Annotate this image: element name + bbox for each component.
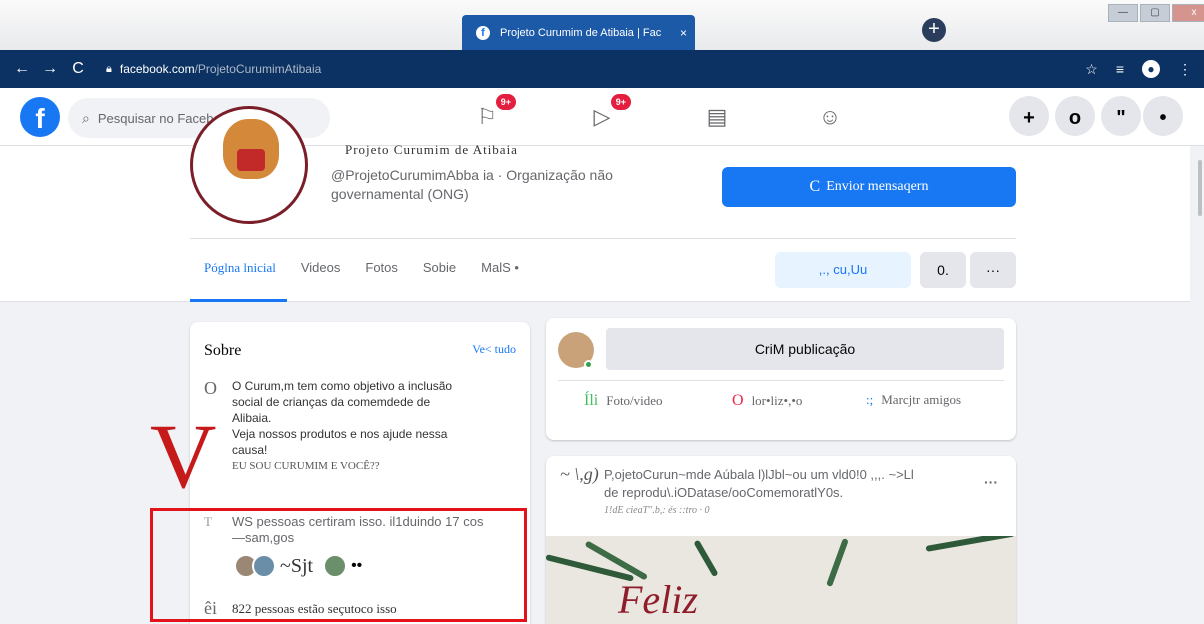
- page-tabs: Póglna lnicial Videos Fotos Sobie MalS •: [190, 246, 530, 302]
- photo-video-button[interactable]: Íli Foto/video: [584, 392, 663, 410]
- photo-video-label: Foto/video: [606, 393, 663, 408]
- description-line: O Curum,m tem como objetivo a inclusão: [232, 379, 453, 393]
- annotation-highlight-box: [150, 508, 527, 622]
- url-path: /ProjetoCurumimAtibaia: [194, 62, 322, 76]
- lock-icon: 🔒︎: [106, 62, 112, 75]
- description-line: Alibaia.: [232, 411, 272, 425]
- profile-avatar-icon[interactable]: ●: [1142, 60, 1160, 78]
- pine-branch: [826, 537, 849, 588]
- search-icon: ⌕: [82, 109, 90, 126]
- tab-videos[interactable]: Videos: [287, 246, 352, 302]
- tab-title: Projeto Curumim de Atibaia | Fac: [500, 26, 662, 39]
- description-caps: EU SOU CURUMIM E VOCÊ??: [232, 460, 380, 472]
- description-line: social de crianças da comemdede de: [232, 395, 431, 409]
- account-button[interactable]: •: [1143, 96, 1183, 136]
- reload-icon[interactable]: C: [64, 60, 92, 78]
- post-more-icon[interactable]: ···: [984, 474, 998, 490]
- bookmark-star-icon[interactable]: ☆: [1085, 61, 1098, 78]
- watch-badge: 9+: [610, 94, 631, 110]
- marketplace-icon[interactable]: ▤: [700, 100, 734, 134]
- tab-more[interactable]: MalS •: [467, 246, 530, 302]
- more-options-button[interactable]: ···: [970, 252, 1016, 288]
- close-tab-icon[interactable]: ×: [680, 26, 687, 40]
- browser-tabstrip: f Projeto Curumim de Atibaia | Fac × + —…: [0, 0, 1204, 50]
- maximize-button[interactable]: ▢: [1140, 4, 1170, 22]
- tab-photos[interactable]: Fotos: [351, 246, 409, 302]
- description-line: Veja nossos produtos e nos ajude nessa: [232, 427, 448, 441]
- secondary-action-button[interactable]: 0.: [920, 252, 966, 288]
- post-image-text: Feliz: [618, 577, 698, 622]
- about-title: Sobre: [204, 342, 242, 359]
- post-header-line: P,ojetoCurun~mde Aúbala l)lJbl~ou um vld…: [604, 467, 914, 482]
- annotation-letter: V: [150, 405, 217, 507]
- see-all-link[interactable]: Ve< tudo: [472, 342, 516, 357]
- send-message-button[interactable]: C Envior mensaqern: [722, 167, 1016, 207]
- facebook-favicon-icon: f: [476, 25, 490, 40]
- post-header-line: de reprodu\.iODatase/ooComemoratlY0s.: [604, 485, 844, 500]
- page-handle: @ProjetoCurumimAbba: [331, 167, 480, 183]
- page-profile-header: Projeto Curumim de Atibaia @ProjetoCurum…: [0, 106, 1204, 302]
- messenger-button[interactable]: o: [1055, 96, 1095, 136]
- create-post-card: CriM publicação Íli Foto/video O lor•liz…: [546, 318, 1016, 440]
- address-bar[interactable]: facebook.com/ProjetoCurumimAtibaia: [120, 62, 321, 76]
- facebook-logo-icon[interactable]: f: [20, 97, 60, 137]
- messenger-icon: C: [809, 178, 821, 195]
- send-message-label: Envior mensaqern: [826, 179, 929, 194]
- facebook-header: f ⌕ Pesquisar no Facebook ⌂ ⚐9+ ▷9+ ▤ ☺ …: [0, 88, 1204, 146]
- post-header: P,ojetoCurun~mde Aúbala l)lJbl~ou um vld…: [604, 466, 914, 520]
- post-timestamp: 1!dE cieaT".b,: és ::tro · 0: [604, 505, 710, 516]
- browser-toolbar: ← → C 🔒︎ facebook.com/ProjetoCurumimAtib…: [0, 50, 1204, 88]
- window-close-button[interactable]: x: [1172, 4, 1204, 22]
- page-name: Projeto Curumim de Atibaia: [345, 142, 518, 157]
- back-arrow-icon[interactable]: ←: [8, 60, 36, 78]
- about-description-text: O Curum,m tem como objetivo a inclusão s…: [232, 378, 452, 474]
- feeling-label: lor•liz•,•o: [751, 393, 803, 408]
- tag-friends-button[interactable]: :; Marcjtr amigos: [866, 392, 961, 408]
- about-description: O O Curum,m tem como objetivo a inclusão…: [204, 378, 452, 474]
- description-line: causa!: [232, 443, 268, 457]
- create-button[interactable]: +: [1009, 96, 1049, 136]
- minimize-button[interactable]: —: [1108, 4, 1138, 22]
- tab-home[interactable]: Póglna lnicial: [190, 246, 287, 302]
- pine-branch: [925, 536, 1016, 552]
- like-page-button[interactable]: ,., cu,Uu: [775, 252, 911, 288]
- window-controls: — ▢ x: [1108, 4, 1204, 22]
- pine-branch: [693, 539, 719, 578]
- page-avatar[interactable]: [190, 106, 308, 224]
- browser-tab[interactable]: f Projeto Curumim de Atibaia | Fac ×: [462, 15, 695, 50]
- pages-badge: 9+: [495, 94, 516, 110]
- url-host: facebook.com: [119, 62, 195, 76]
- post-avatar[interactable]: ~ \,g): [560, 464, 599, 484]
- reading-list-icon[interactable]: ≡: [1116, 61, 1124, 77]
- groups-icon[interactable]: ☺: [813, 100, 847, 134]
- tag-icon: :;: [866, 392, 874, 407]
- browser-menu-icon[interactable]: ⋮: [1178, 61, 1192, 78]
- pages-flag-icon[interactable]: ⚐ 9+: [470, 94, 516, 134]
- tag-friends-label: Marcjtr amigos: [881, 392, 962, 407]
- post-image[interactable]: Feliz: [546, 536, 1016, 624]
- feed-post: ~ \,g) P,ojetoCurun~mde Aúbala l)lJbl~ou…: [546, 456, 1016, 624]
- create-post-input[interactable]: CriM publicação: [606, 328, 1004, 370]
- tab-about[interactable]: Sobie: [409, 246, 467, 302]
- scrollbar-thumb[interactable]: [1198, 160, 1202, 216]
- feeling-icon: O: [732, 392, 744, 409]
- photo-icon: Íli: [584, 392, 599, 409]
- forward-arrow-icon[interactable]: →: [36, 60, 64, 78]
- header-divider: [190, 238, 1016, 239]
- feeling-button[interactable]: O lor•liz•,•o: [732, 392, 802, 410]
- create-post-divider: [558, 380, 1004, 381]
- page-description: @ProjetoCurumimAbba ia · Organização não…: [331, 166, 691, 204]
- online-status-dot: [584, 360, 593, 369]
- watch-icon[interactable]: ▷ 9+: [585, 94, 631, 134]
- new-tab-button[interactable]: +: [922, 18, 946, 42]
- notifications-button[interactable]: ": [1101, 96, 1141, 136]
- mascot-cloth: [237, 149, 265, 171]
- page-scrollbar[interactable]: [1190, 146, 1204, 624]
